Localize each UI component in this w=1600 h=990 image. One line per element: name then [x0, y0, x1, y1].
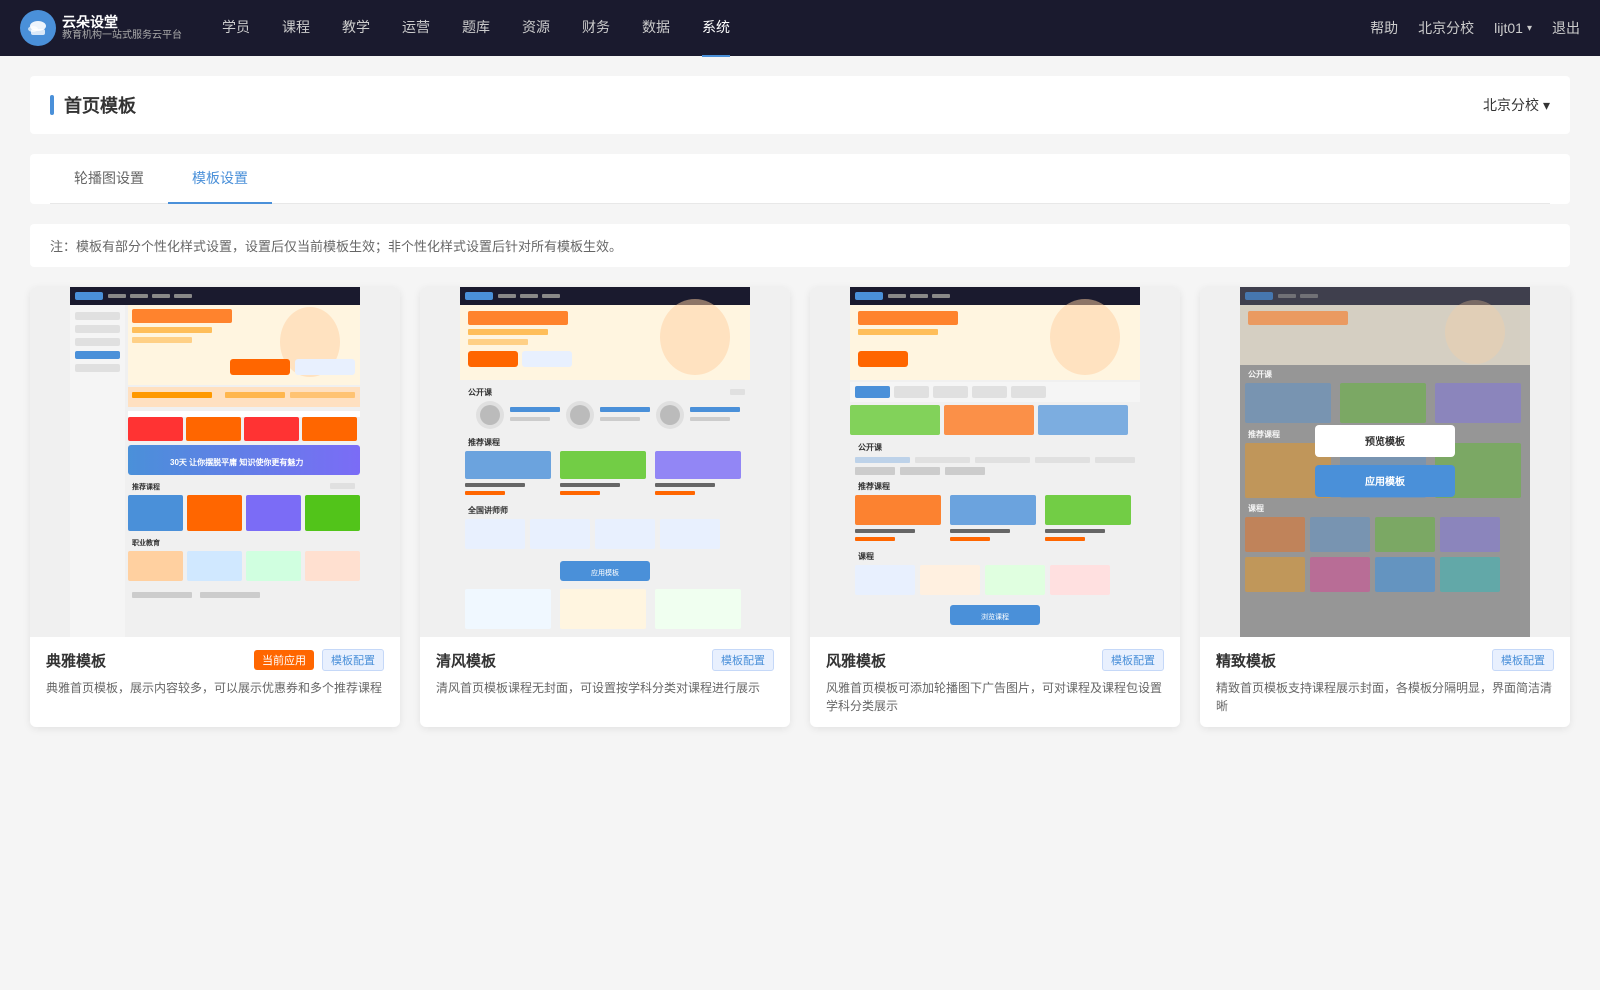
preview-svg-jingzhi: 公开课 推荐课程 课程 — [1200, 287, 1570, 637]
svg-text:预览模板: 预览模板 — [1365, 435, 1406, 448]
template-title-row-qingfeng: 清风模板 模板配置 — [436, 649, 774, 671]
svg-text:浏览课程: 浏览课程 — [981, 612, 1009, 621]
svg-text:应用模板: 应用模板 — [1365, 475, 1406, 488]
nav-jiaoxue[interactable]: 教学 — [342, 0, 370, 57]
svg-text:推荐课程: 推荐课程 — [1248, 429, 1280, 439]
tab-lunbotu[interactable]: 轮播图设置 — [50, 154, 168, 204]
branch-link[interactable]: 北京分校 — [1418, 18, 1474, 38]
page-header: 首页模板 北京分校 ▾ — [30, 76, 1570, 134]
template-badges-jingzhi: 模板配置 — [1492, 649, 1554, 671]
nav-ziyuan[interactable]: 资源 — [522, 0, 550, 57]
svg-text:全国讲师师: 全国讲师师 — [467, 505, 508, 515]
template-card-qingfeng: 公开课 推荐课程 — [420, 287, 790, 727]
template-desc-qingfeng: 清风首页模板课程无封面，可设置按学科分类对课程进行展示 — [436, 679, 774, 697]
preview-svg-fengya: 公开课 推荐课程 — [810, 287, 1180, 637]
badge-config-jingzhi[interactable]: 模板配置 — [1492, 649, 1554, 671]
template-grid: 30天 让你摆脱平庸 知识使你更有魅力 推荐课程 职业教育 — [30, 287, 1570, 727]
header-right: 帮助 北京分校 lijt01 ▾ 退出 — [1370, 18, 1580, 38]
template-name-qingfeng: 清风模板 — [436, 650, 496, 671]
page-content: 首页模板 北京分校 ▾ 轮播图设置 模板设置 注：模板有部分个性化样式设置，设置… — [0, 56, 1600, 990]
nav-yunying[interactable]: 运营 — [402, 0, 430, 57]
template-title-row-fengya: 风雅模板 模板配置 — [826, 649, 1164, 671]
template-card-jingzhi: 公开课 推荐课程 课程 — [1200, 287, 1570, 727]
page-title: 首页模板 — [50, 92, 136, 118]
badge-config-fengya[interactable]: 模板配置 — [1102, 649, 1164, 671]
logo: 云朵设堂 教育机构一站式服务云平台 — [20, 10, 182, 46]
nav-caiwu[interactable]: 财务 — [582, 0, 610, 57]
header: 云朵设堂 教育机构一站式服务云平台 学员 课程 教学 运营 题库 资源 财务 数… — [0, 0, 1600, 56]
template-card-dianyang: 30天 让你摆脱平庸 知识使你更有魅力 推荐课程 职业教育 — [30, 287, 400, 727]
svg-text:课程: 课程 — [1248, 503, 1264, 513]
template-preview-fengya: 公开课 推荐课程 — [810, 287, 1180, 637]
preview-svg-dianyang: 30天 让你摆脱平庸 知识使你更有魅力 推荐课程 职业教育 — [30, 287, 400, 637]
template-preview-jingzhi: 公开课 推荐课程 课程 — [1200, 287, 1570, 637]
logo-main: 云朵设堂 — [62, 14, 182, 31]
nav-kecheng[interactable]: 课程 — [282, 0, 310, 57]
svg-text:公开课: 公开课 — [858, 442, 883, 452]
svg-text:公开课: 公开课 — [1248, 369, 1273, 379]
tabs: 轮播图设置 模板设置 — [50, 154, 1550, 204]
svg-text:推荐课程: 推荐课程 — [132, 482, 160, 491]
template-desc-dianyang: 典雅首页模板，展示内容较多，可以展示优惠券和多个推荐课程 — [46, 679, 384, 697]
nav-xitong[interactable]: 系统 — [702, 0, 730, 57]
user-label: lijt01 — [1494, 20, 1523, 36]
nav-tiku[interactable]: 题库 — [462, 0, 490, 57]
badge-config-qingfeng[interactable]: 模板配置 — [712, 649, 774, 671]
logo-icon — [20, 10, 56, 46]
tab-moban[interactable]: 模板设置 — [168, 154, 272, 204]
help-link[interactable]: 帮助 — [1370, 18, 1398, 38]
template-name-jingzhi: 精致模板 — [1216, 650, 1276, 671]
template-footer-dianyang: 典雅模板 当前应用 模板配置 典雅首页模板，展示内容较多，可以展示优惠券和多个推… — [30, 637, 400, 709]
template-desc-jingzhi: 精致首页模板支持课程展示封面，各模板分隔明显，界面简洁清晰 — [1216, 679, 1554, 715]
tabs-container: 轮播图设置 模板设置 — [30, 154, 1570, 204]
template-badges-qingfeng: 模板配置 — [712, 649, 774, 671]
template-preview-dianyang: 30天 让你摆脱平庸 知识使你更有魅力 推荐课程 职业教育 — [30, 287, 400, 637]
notice-text: 注：模板有部分个性化样式设置，设置后仅当前模板生效；非个性化样式设置后针对所有模… — [30, 224, 1570, 267]
template-footer-fengya: 风雅模板 模板配置 风雅首页模板可添加轮播图下广告图片，可对课程及课程包设置学科… — [810, 637, 1180, 727]
svg-text:公开课: 公开课 — [468, 387, 493, 397]
template-card-fengya: 公开课 推荐课程 — [810, 287, 1180, 727]
svg-text:推荐课程: 推荐课程 — [468, 437, 500, 447]
preview-svg-qingfeng: 公开课 推荐课程 — [420, 287, 790, 637]
template-footer-qingfeng: 清风模板 模板配置 清风首页模板课程无封面，可设置按学科分类对课程进行展示 — [420, 637, 790, 709]
template-title-row-jingzhi: 精致模板 模板配置 — [1216, 649, 1554, 671]
template-title-row-dianyang: 典雅模板 当前应用 模板配置 — [46, 649, 384, 671]
svg-text:课程: 课程 — [858, 551, 874, 561]
template-footer-jingzhi: 精致模板 模板配置 精致首页模板支持课程展示封面，各模板分隔明显，界面简洁清晰 — [1200, 637, 1570, 727]
branch-chevron-icon: ▾ — [1543, 97, 1550, 114]
badge-current-dianyang: 当前应用 — [254, 650, 314, 670]
svg-text:推荐课程: 推荐课程 — [858, 481, 890, 491]
template-name-fengya: 风雅模板 — [826, 650, 886, 671]
badge-config-dianyang[interactable]: 模板配置 — [322, 649, 384, 671]
template-name-dianyang: 典雅模板 — [46, 650, 106, 671]
template-badges-dianyang: 当前应用 模板配置 — [254, 649, 384, 671]
main-nav: 学员 课程 教学 运营 题库 资源 财务 数据 系统 — [222, 0, 1370, 57]
svg-text:应用模板: 应用模板 — [591, 568, 619, 577]
chevron-down-icon: ▾ — [1527, 23, 1532, 34]
branch-selector[interactable]: 北京分校 ▾ — [1483, 95, 1550, 115]
branch-name: 北京分校 — [1483, 95, 1539, 115]
user-dropdown[interactable]: lijt01 ▾ — [1494, 20, 1532, 36]
svg-text:30天 让你摆脱平庸 知识使你更有魅力: 30天 让你摆脱平庸 知识使你更有魅力 — [170, 457, 303, 467]
logo-text: 云朵设堂 教育机构一站式服务云平台 — [62, 14, 182, 43]
template-preview-qingfeng: 公开课 推荐课程 — [420, 287, 790, 637]
svg-text:职业教育: 职业教育 — [132, 538, 160, 547]
logout-link[interactable]: 退出 — [1552, 18, 1580, 38]
template-badges-fengya: 模板配置 — [1102, 649, 1164, 671]
template-desc-fengya: 风雅首页模板可添加轮播图下广告图片，可对课程及课程包设置学科分类展示 — [826, 679, 1164, 715]
nav-shuju[interactable]: 数据 — [642, 0, 670, 57]
logo-sub: 教育机构一站式服务云平台 — [62, 30, 182, 42]
nav-xueyuan[interactable]: 学员 — [222, 0, 250, 57]
